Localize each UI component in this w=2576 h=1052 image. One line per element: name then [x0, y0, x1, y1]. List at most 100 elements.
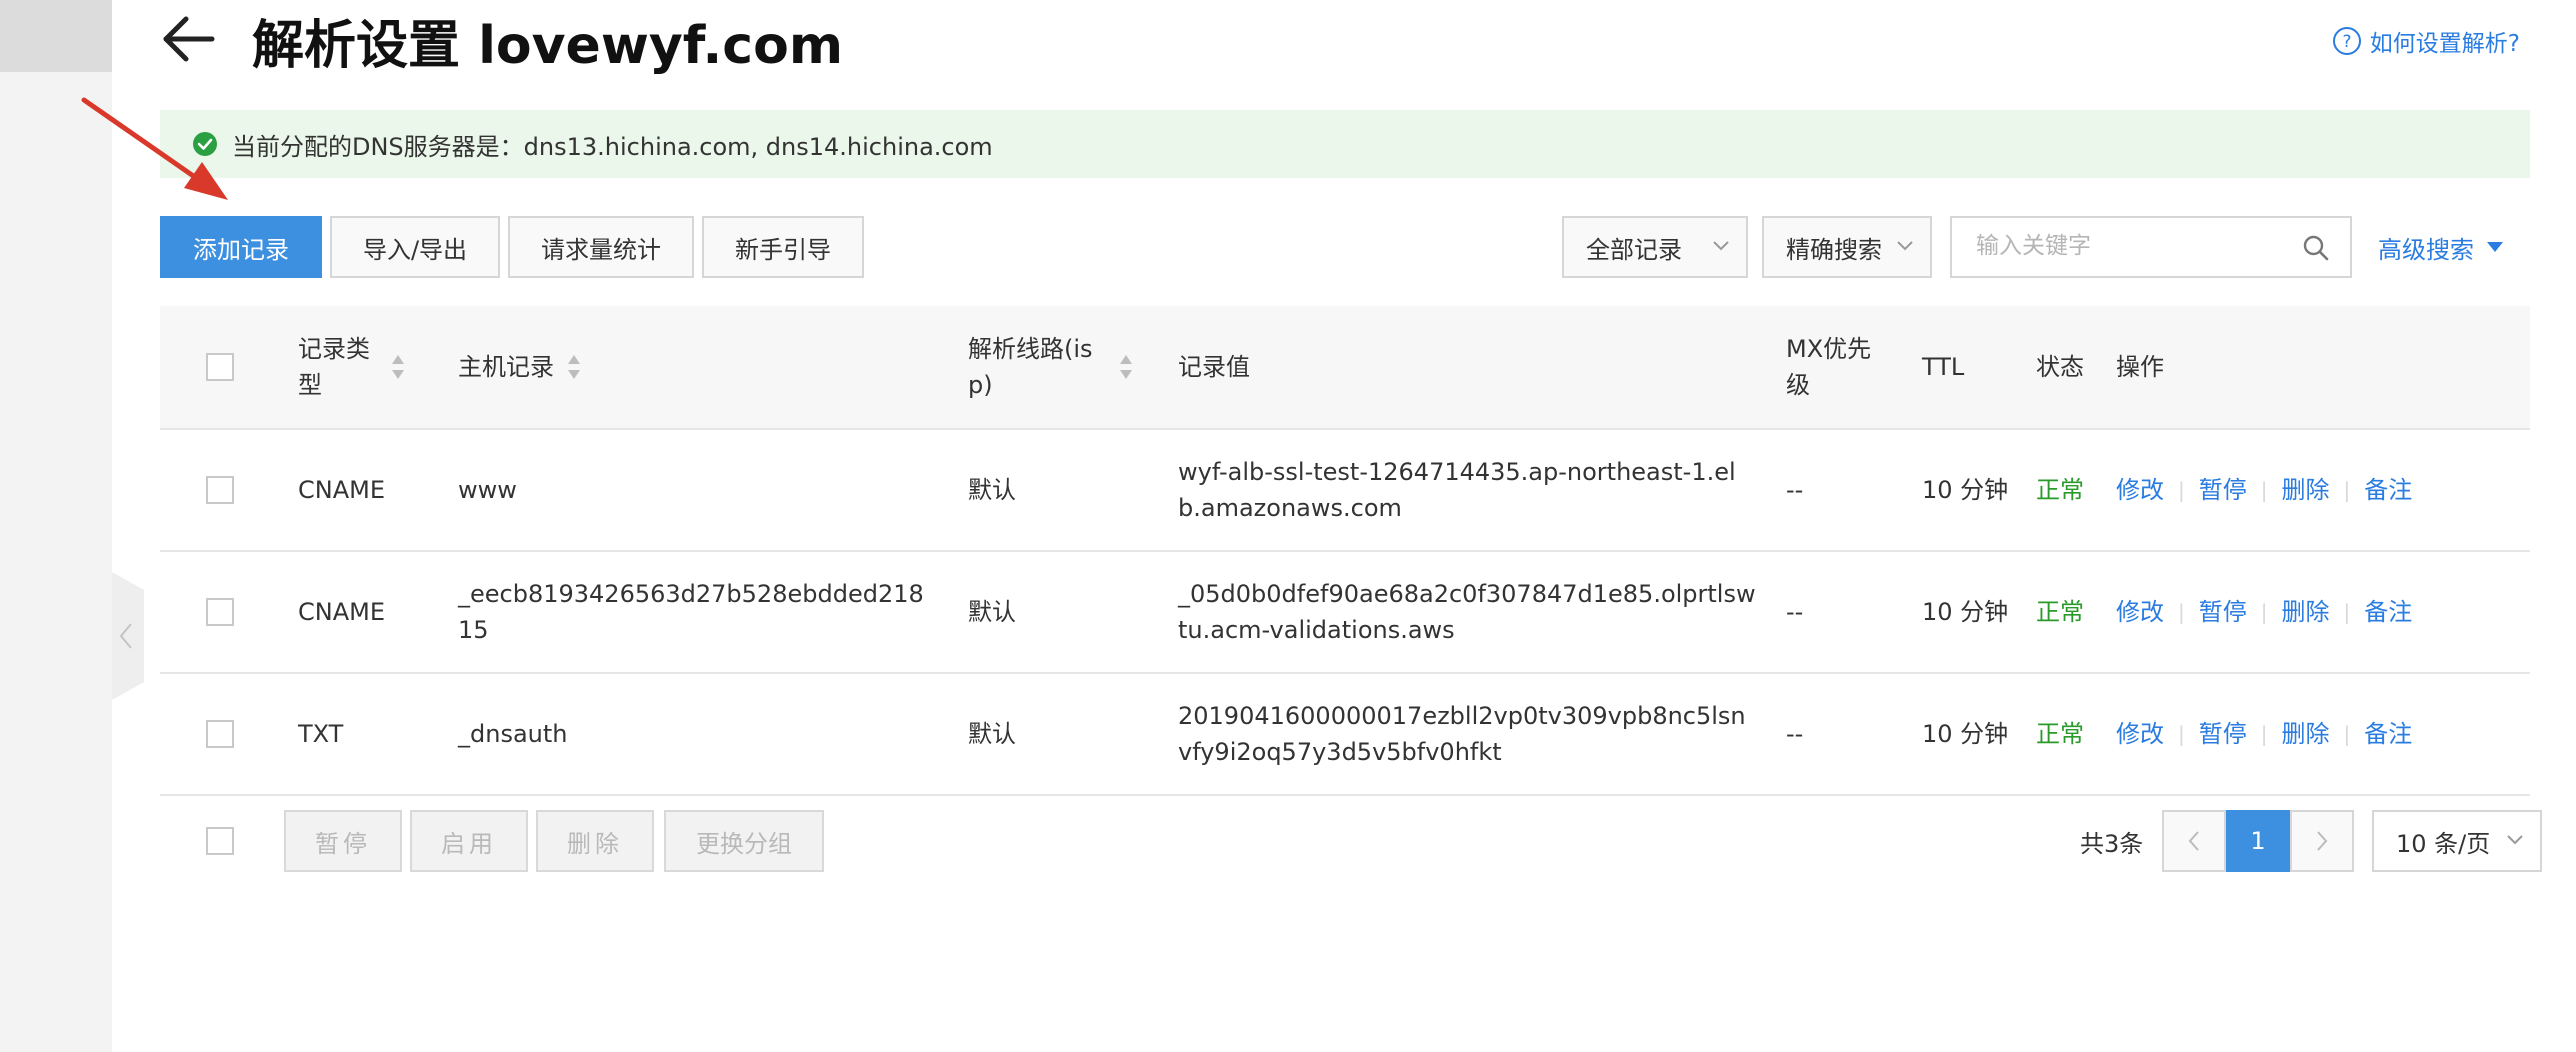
- action-separator: |: [2343, 600, 2351, 624]
- page-size-select[interactable]: 10 条/页: [2372, 810, 2542, 872]
- delete-link[interactable]: 删除: [2282, 472, 2330, 508]
- record-value-cell: _05d0b0dfef90ae68a2c0f307847d1e85.olprtl…: [1178, 552, 1758, 672]
- row-checkbox-cell: [206, 552, 234, 672]
- edit-link[interactable]: 修改: [2116, 716, 2164, 752]
- sort-icon: [1120, 355, 1132, 379]
- batch-pause-button[interactable]: 暂停: [284, 810, 402, 872]
- search-icon[interactable]: [2302, 234, 2330, 262]
- host-record-cell: www: [458, 430, 938, 550]
- keyword-search-input[interactable]: [1974, 232, 2278, 260]
- row-actions: 修改 | 暂停 | 删除 | 备注: [2116, 552, 2412, 672]
- resolution-line: 默认: [968, 598, 1016, 626]
- batch-enable-button[interactable]: 启用: [410, 810, 528, 872]
- column-header-type-label: 记录类型: [298, 335, 370, 399]
- request-stats-button[interactable]: 请求量统计: [508, 216, 694, 278]
- ttl-value: 10 分钟: [1922, 476, 2009, 504]
- batch-delete-button[interactable]: 删除: [536, 810, 654, 872]
- row-actions: 修改 | 暂停 | 删除 | 备注: [2116, 674, 2412, 794]
- record-value: wyf-alb-ssl-test-1264714435.ap-northeast…: [1178, 458, 1736, 522]
- line-cell: 默认: [968, 674, 1148, 794]
- advanced-search-label: 高级搜索: [2378, 235, 2474, 264]
- remark-link[interactable]: 备注: [2364, 716, 2412, 752]
- action-separator: |: [2260, 722, 2268, 746]
- edit-link[interactable]: 修改: [2116, 594, 2164, 630]
- sort-icon: [568, 355, 580, 379]
- record-value: _05d0b0dfef90ae68a2c0f307847d1e85.olprtl…: [1178, 580, 1756, 644]
- search-mode-select[interactable]: 精确搜索: [1762, 216, 1932, 278]
- advanced-search-toggle[interactable]: 高级搜索: [2378, 216, 2504, 278]
- chevron-left-icon: [119, 623, 132, 649]
- footer-select-all-checkbox[interactable]: [206, 827, 234, 855]
- total-count: 共3条: [2080, 829, 2144, 858]
- row-checkbox[interactable]: [206, 720, 234, 748]
- record-type-cell: CNAME: [298, 552, 428, 672]
- keyword-search-box: [1950, 216, 2352, 278]
- delete-link[interactable]: 删除: [2282, 716, 2330, 752]
- ttl-cell: 10 分钟: [1922, 674, 2012, 794]
- column-header-mx-label: MX优先级: [1786, 335, 1872, 399]
- add-record-button[interactable]: 添加记录: [160, 216, 322, 278]
- column-header-ttl: TTL: [1922, 306, 2012, 428]
- beginner-guide-button[interactable]: 新手引导: [702, 216, 864, 278]
- help-link-label[interactable]: 如何设置解析?: [2370, 24, 2520, 58]
- svg-text:?: ?: [2342, 32, 2351, 52]
- column-header-host[interactable]: 主机记录: [458, 306, 758, 428]
- table-row: CNAME _eecb8193426563d27b528ebdded21815 …: [160, 552, 2530, 674]
- page-header: 解析设置 lovewyf.com: [160, 0, 843, 80]
- mx-priority: --: [1786, 598, 1804, 626]
- record-value-cell: 2019041600000017ezbll2vp0tv309vpb8nc5lsn…: [1178, 674, 1758, 794]
- remark-link[interactable]: 备注: [2364, 594, 2412, 630]
- record-type: CNAME: [298, 598, 385, 626]
- line-cell: 默认: [968, 552, 1148, 672]
- host-record: www: [458, 476, 517, 504]
- row-checkbox[interactable]: [206, 598, 234, 626]
- host-record: _dnsauth: [458, 720, 568, 748]
- chevron-down-icon: [1713, 241, 1729, 251]
- status-cell: 正常: [2036, 552, 2106, 672]
- column-header-actions-label: 操作: [2116, 353, 2164, 381]
- page-title: 解析设置 lovewyf.com: [252, 15, 844, 76]
- host-record-cell: _dnsauth: [458, 674, 938, 794]
- sidebar-collapse-handle[interactable]: [112, 572, 144, 700]
- record-value-cell: wyf-alb-ssl-test-1264714435.ap-northeast…: [1178, 430, 1758, 550]
- status-badge: 正常: [2036, 476, 2084, 504]
- action-separator: |: [2178, 722, 2185, 746]
- record-filter-select[interactable]: 全部记录: [1562, 216, 1748, 278]
- mx-priority: --: [1786, 476, 1804, 504]
- table-header: 记录类型 主机记录 解析线路(isp) 记录值 MX优先级 TTL 状态 操作: [160, 306, 2530, 430]
- pause-link[interactable]: 暂停: [2199, 594, 2247, 630]
- chevron-down-icon: [2507, 835, 2523, 845]
- chevron-left-icon: [2188, 831, 2199, 851]
- status-cell: 正常: [2036, 674, 2106, 794]
- column-header-ttl-label: TTL: [1922, 353, 1965, 381]
- column-header-line[interactable]: 解析线路(isp): [968, 306, 1158, 428]
- delete-link[interactable]: 删除: [2282, 594, 2330, 630]
- ttl-value: 10 分钟: [1922, 720, 2009, 748]
- pause-link[interactable]: 暂停: [2199, 472, 2247, 508]
- pause-link[interactable]: 暂停: [2199, 716, 2247, 752]
- ttl-cell: 10 分钟: [1922, 430, 2012, 550]
- column-header-type[interactable]: 记录类型: [298, 306, 428, 428]
- next-page-button[interactable]: [2290, 810, 2354, 872]
- action-separator: |: [2343, 478, 2351, 502]
- row-checkbox[interactable]: [206, 476, 234, 504]
- edit-link[interactable]: 修改: [2116, 472, 2164, 508]
- host-record-cell: _eecb8193426563d27b528ebdded21815: [458, 552, 938, 672]
- action-separator: |: [2343, 722, 2351, 746]
- column-header-line-label: 解析线路(isp): [968, 335, 1093, 399]
- import-export-button[interactable]: 导入/导出: [330, 216, 500, 278]
- column-header-host-label: 主机记录: [458, 353, 554, 381]
- action-separator: |: [2178, 600, 2185, 624]
- select-all-checkbox[interactable]: [206, 353, 234, 381]
- back-arrow-icon[interactable]: [160, 15, 216, 63]
- page-number-current[interactable]: 1: [2226, 810, 2290, 872]
- help-link[interactable]: ? 如何设置解析?: [2332, 24, 2520, 58]
- table-row: CNAME www 默认 wyf-alb-ssl-test-1264714435…: [160, 430, 2530, 552]
- mx-priority-cell: --: [1786, 674, 1886, 794]
- sidebar-header: [0, 0, 112, 72]
- dns-records-table: 记录类型 主机记录 解析线路(isp) 记录值 MX优先级 TTL 状态 操作 …: [160, 306, 2530, 796]
- prev-page-button[interactable]: [2162, 810, 2226, 872]
- change-group-button[interactable]: 更换分组: [664, 810, 824, 872]
- remark-link[interactable]: 备注: [2364, 472, 2412, 508]
- mx-priority-cell: --: [1786, 430, 1886, 550]
